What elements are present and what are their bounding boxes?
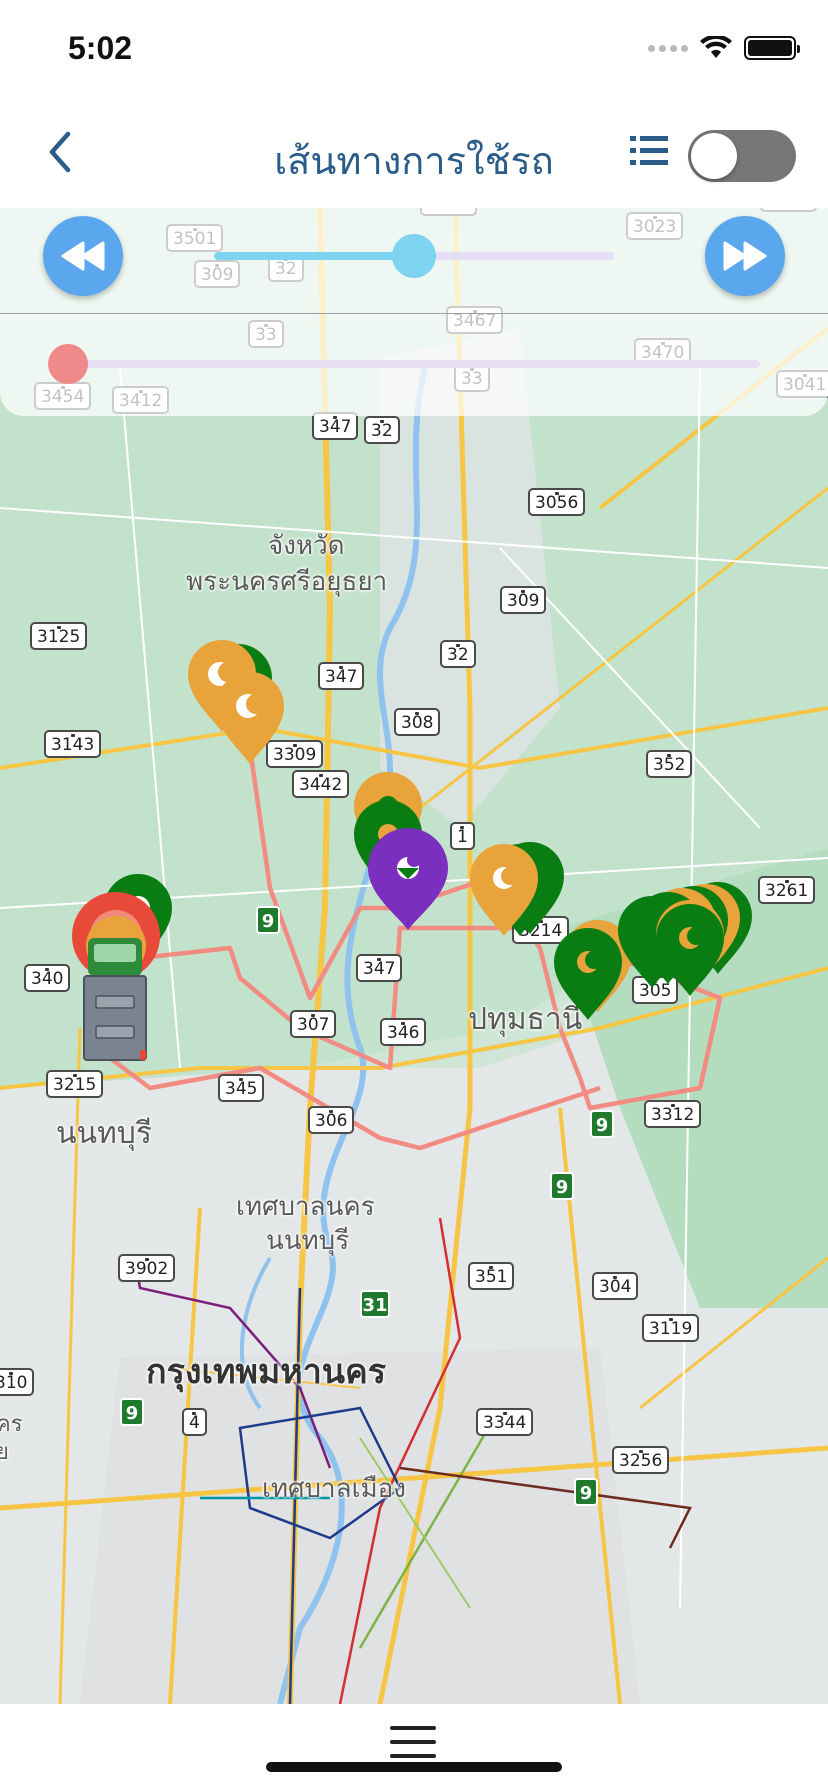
nav-bar: เส้นทางการใช้รถ: [0, 100, 828, 208]
place-label: จังหวัด: [268, 531, 345, 561]
road-shield: 1: [450, 822, 475, 850]
road-shield: 345: [218, 1074, 265, 1102]
road-shield: 3312: [644, 1100, 702, 1128]
rewind-button[interactable]: [43, 216, 123, 296]
road-shield: 304: [592, 1272, 639, 1300]
road-shield: 3214: [512, 916, 570, 944]
road-shield: 306: [308, 1106, 355, 1134]
road-shield: 352: [646, 750, 693, 778]
road-shield: 310: [0, 1368, 35, 1396]
timeline-slider-thumb[interactable]: [48, 344, 88, 384]
toggle-knob: [691, 133, 737, 179]
cellular-signal-icon: [648, 44, 688, 52]
display-toggle[interactable]: [688, 130, 796, 182]
truck-icon[interactable]: [82, 930, 148, 1070]
place-label: ปทุมธานี: [468, 1002, 583, 1037]
road-shield: 309: [500, 586, 547, 614]
highway-shield: 9: [256, 906, 280, 934]
road-shield: 3902: [118, 1254, 176, 1282]
status-time: 5:02: [68, 30, 133, 66]
road-shield: 3344: [476, 1408, 534, 1436]
place-label: ย: [0, 1440, 9, 1465]
speed-slider[interactable]: [214, 234, 614, 278]
road-shield: 3056: [528, 488, 586, 516]
place-label: เทศบาลเมือง: [262, 1474, 406, 1504]
bottom-bar: [0, 1704, 828, 1792]
road-shield: 340: [24, 964, 71, 992]
road-shield: 347: [318, 662, 365, 690]
chevron-left-icon: [49, 131, 71, 173]
road-shield: 3215: [46, 1070, 104, 1098]
speed-slider-fill: [214, 252, 414, 260]
road-shield: 346: [380, 1018, 427, 1046]
place-label: กรุงเทพมหานคร: [146, 1352, 387, 1392]
road-shield: 305: [632, 976, 679, 1004]
place-label: นนทบุรี: [56, 1116, 152, 1151]
road-shield: 3442: [292, 770, 350, 798]
road-shield: 32: [364, 416, 400, 444]
road-shield: 3125: [30, 622, 88, 650]
controls-divider: [0, 313, 828, 314]
status-bar: 5:02: [0, 0, 828, 100]
place-label: นนทบุรี: [266, 1226, 350, 1256]
road-shield: 3256: [612, 1446, 670, 1474]
battery-icon: [744, 36, 800, 60]
map-view[interactable]: จังหวัด พระนครศรีอยุธยา ปทุมธานี นนทบุรี…: [0, 208, 828, 1704]
fast-forward-icon: [723, 241, 767, 271]
road-shield: 308: [394, 708, 441, 736]
road-shield: 4: [182, 1408, 207, 1436]
highway-shield: 31: [360, 1290, 390, 1318]
highway-shield: 9: [550, 1172, 574, 1200]
road-shield: 347: [356, 954, 403, 982]
wifi-icon: [700, 36, 732, 58]
fast-forward-button[interactable]: [705, 216, 785, 296]
road-shield: 3119: [642, 1314, 700, 1342]
speed-slider-thumb[interactable]: [392, 234, 436, 278]
road-shield: 3309: [266, 740, 324, 768]
road-shield: 351: [468, 1262, 515, 1290]
playback-controls: [0, 208, 828, 416]
road-shield: 32: [440, 640, 476, 668]
road-shield: 3143: [44, 730, 102, 758]
highway-shield: 9: [590, 1110, 614, 1138]
place-label: พระนครศรีอยุธยา: [186, 567, 388, 597]
home-indicator: [266, 1762, 562, 1772]
timeline-slider[interactable]: [48, 344, 760, 384]
status-icons: [648, 36, 800, 60]
list-icon: [630, 136, 668, 165]
road-shield: 347: [312, 412, 359, 440]
road-shield: 3261: [758, 876, 816, 904]
list-view-button[interactable]: [628, 130, 672, 174]
back-button[interactable]: [36, 124, 84, 180]
highway-shield: 9: [120, 1398, 144, 1426]
highway-shield: 9: [574, 1478, 598, 1506]
road-shield: 307: [290, 1010, 337, 1038]
rewind-icon: [61, 241, 105, 271]
hamburger-menu-icon[interactable]: [390, 1726, 438, 1762]
